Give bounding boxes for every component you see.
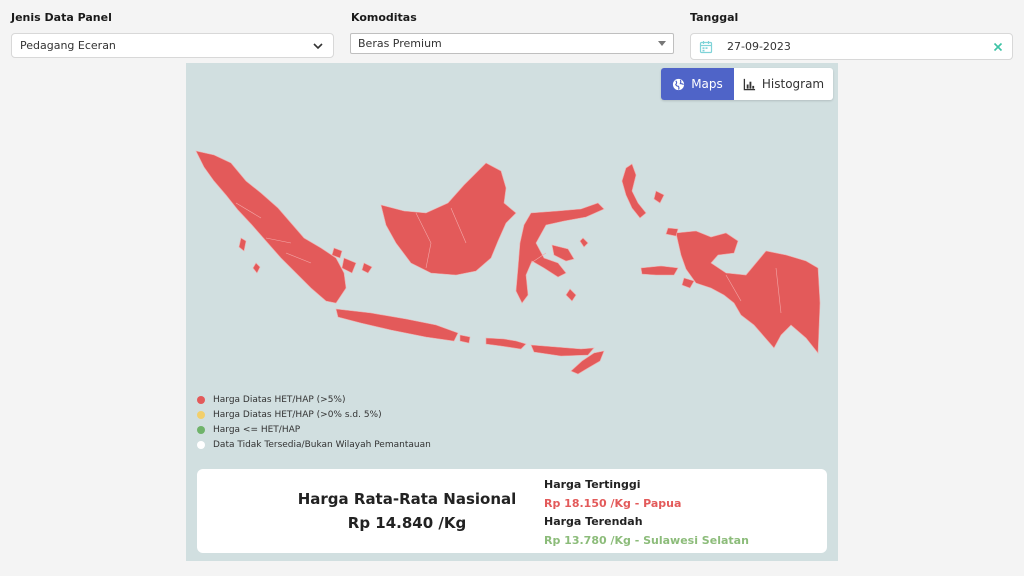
legend-item: Harga <= HET/HAP <box>197 422 431 437</box>
date-input[interactable]: 27-09-2023 <box>690 33 1013 60</box>
maps-button-label: Maps <box>691 77 723 91</box>
price-extremes: Harga Tertinggi Rp 18.150 /Kg - Papua Ha… <box>544 476 749 550</box>
region-java[interactable] <box>335 308 459 342</box>
commodity-label: Komoditas <box>351 11 417 24</box>
legend-item-label: Harga Diatas HET/HAP (>5%) <box>213 394 346 405</box>
map-legend: Harga Diatas HET/HAP (>5%) Harga Diatas … <box>197 392 431 452</box>
legend-dot-green <box>197 425 205 434</box>
view-toggle[interactable]: Maps Histogram <box>661 68 833 100</box>
legend-item: Data Tidak Tersedia/Bukan Wilayah Pemant… <box>197 437 431 452</box>
legend-dot-white <box>197 440 205 449</box>
region-papua[interactable] <box>675 230 821 354</box>
bar-chart-icon <box>743 78 755 90</box>
highest-price-value: Rp 18.150 /Kg - Papua <box>544 496 682 510</box>
date-value: 27-09-2023 <box>727 40 791 53</box>
legend-item: Harga Diatas HET/HAP (>0% s.d. 5%) <box>197 407 431 422</box>
date-label: Tanggal <box>690 11 739 24</box>
region-raja-ampat[interactable] <box>665 227 679 237</box>
panel-type-label: Jenis Data Panel <box>11 11 112 24</box>
commodity-select[interactable]: Beras Premium <box>350 33 674 54</box>
panel-type-select[interactable]: Pedagang Eceran <box>11 33 334 58</box>
globe-icon <box>673 78 685 90</box>
lowest-price-label: Harga Terendah <box>544 515 643 528</box>
region-kalimantan[interactable] <box>380 162 517 276</box>
legend-dot-yellow <box>197 410 205 419</box>
clear-icon[interactable] <box>992 41 1004 53</box>
highest-price-label: Harga Tertinggi <box>544 478 641 491</box>
legend-dot-red <box>197 395 205 404</box>
chevron-down-icon <box>313 42 323 49</box>
lowest-price-value: Rp 13.780 /Kg - Sulawesi Selatan <box>544 533 749 547</box>
panel-type-value: Pedagang Eceran <box>20 39 116 52</box>
national-average-value: Rp 14.840 /Kg <box>347 514 467 532</box>
legend-item-label: Harga Diatas HET/HAP (>0% s.d. 5%) <box>213 409 382 420</box>
caret-down-icon <box>658 41 666 46</box>
region-sumatra[interactable] <box>195 150 347 304</box>
region-nusa-tenggara[interactable] <box>459 334 605 375</box>
region-sulawesi-islands[interactable] <box>565 237 589 302</box>
map-panel: Maps Histogram Harga Diatas HET/HAP (>5%… <box>186 63 838 561</box>
maps-button[interactable]: Maps <box>661 68 734 100</box>
national-average-title: Harga Rata-Rata Nasional <box>297 490 517 508</box>
legend-item: Harga Diatas HET/HAP (>5%) <box>197 392 431 407</box>
legend-item-label: Harga <= HET/HAP <box>213 424 301 435</box>
price-summary-card: Harga Rata-Rata Nasional Rp 14.840 /Kg H… <box>197 469 827 553</box>
commodity-value: Beras Premium <box>358 37 442 50</box>
region-bangka-belitung[interactable] <box>341 257 373 274</box>
histogram-button-label: Histogram <box>761 77 825 91</box>
region-sulawesi[interactable] <box>515 202 605 304</box>
histogram-button[interactable]: Histogram <box>734 68 833 100</box>
calendar-icon[interactable] <box>699 40 713 54</box>
legend-item-label: Data Tidak Tersedia/Bukan Wilayah Pemant… <box>213 439 431 450</box>
